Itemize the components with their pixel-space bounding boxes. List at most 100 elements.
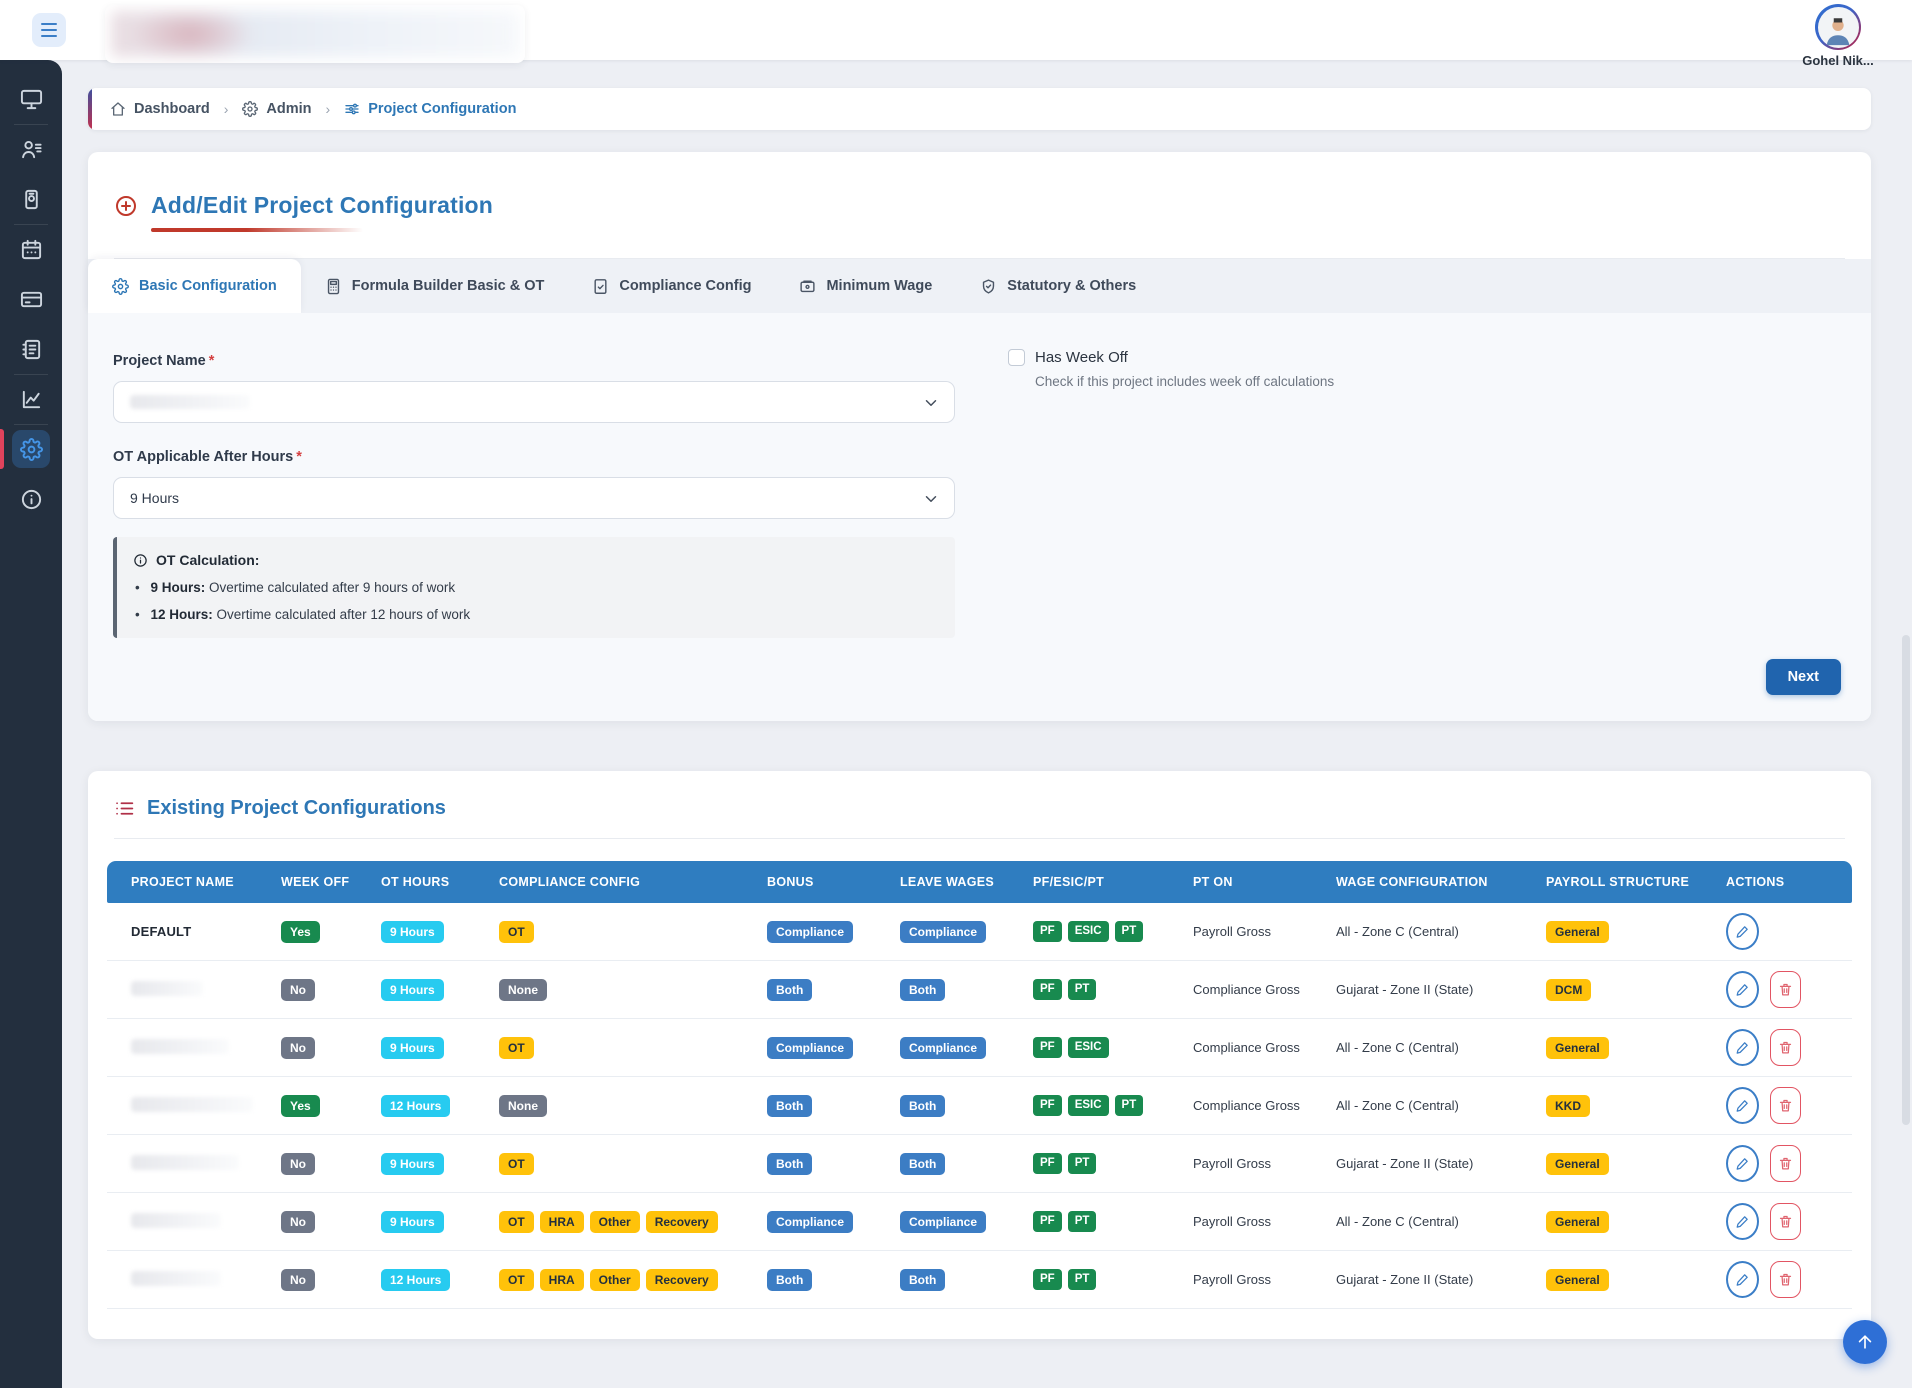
ot-hours-value: 9 Hours [130,490,179,506]
report-icon [20,338,43,361]
badge-yes: Yes [281,921,320,943]
basic-configuration-panel: Project Name* OT Applicable After Hours*… [88,313,1871,721]
sidebar-item-monitor[interactable] [0,74,62,124]
delete-button[interactable] [1770,1029,1801,1066]
ot-info-line: 9 Hours: Overtime calculated after 9 hou… [133,580,937,595]
badge-both: Both [900,1095,945,1117]
badge-other: Other [590,1211,640,1233]
badge-none: None [499,979,547,1001]
column-header-project-name: PROJECT NAME [107,861,257,903]
edit-button[interactable] [1726,1145,1759,1182]
ot-hours-select[interactable]: 9 Hours [113,477,955,519]
avatar [1815,4,1861,50]
edit-button[interactable] [1726,971,1759,1008]
cell-wage-configuration: All - Zone C (Central) [1312,1077,1522,1135]
sidebar-item-info[interactable] [0,474,62,524]
badge-other: Other [590,1269,640,1291]
tab-formula-builder-basic-ot[interactable]: Formula Builder Basic & OT [301,259,569,313]
users-icon [20,138,43,161]
sidebar-item-users[interactable] [0,124,62,174]
hamburger-menu-button[interactable] [32,13,66,47]
active-item-highlight [12,430,50,468]
info-icon [20,488,43,511]
delete-button[interactable] [1770,971,1801,1008]
badge-compliance: Compliance [900,1037,986,1059]
cell-wage-configuration: All - Zone C (Central) [1312,1193,1522,1251]
badge-pt: PT [1115,921,1144,943]
column-header-pf-esic-pt: PF/ESIC/PT [1009,861,1169,903]
sidebar-item-report[interactable] [0,324,62,374]
column-header-bonus: BONUS [743,861,876,903]
cell-leave-wages: Both [876,1135,1009,1193]
sidebar-item-chart[interactable] [0,374,62,424]
cell-ot-hours: 9 Hours [357,961,475,1019]
badge-pf: PF [1033,1153,1062,1175]
scroll-to-top-button[interactable] [1843,1320,1887,1364]
existing-configurations-title: Existing Project Configurations [147,797,446,820]
ot-info-line: 12 Hours: Overtime calculated after 12 h… [133,607,937,622]
column-header-actions: ACTIONS [1702,861,1852,903]
badge-9-hours: 9 Hours [381,1153,444,1175]
cell-pt-on: Compliance Gross [1169,1019,1312,1077]
sidebar-item-id-card[interactable] [0,174,62,224]
user-menu[interactable]: Gohel Nik... [1790,4,1886,68]
shield-check-icon [980,278,997,295]
badge-both: Both [767,1095,812,1117]
tab-statutory-others[interactable]: Statutory & Others [956,259,1160,313]
delete-button[interactable] [1770,1087,1801,1124]
project-name-select[interactable] [113,381,955,423]
cell-project-name: DEFAULT [107,903,257,961]
cell-compliance-config: OT [475,903,743,961]
delete-button[interactable] [1770,1261,1801,1298]
cell-compliance-config: None [475,961,743,1019]
tab-minimum-wage[interactable]: Minimum Wage [775,259,956,313]
cell-bonus: Both [743,1251,876,1309]
badge-pt: PT [1068,1269,1097,1291]
week-off-help-text: Check if this project includes week off … [1035,374,1334,389]
badge-no: No [281,1153,315,1175]
badge-general: General [1546,1211,1609,1233]
page-scrollbar-thumb[interactable] [1902,635,1910,1125]
list-icon [114,798,135,819]
tab-basic-configuration[interactable]: Basic Configuration [88,259,301,313]
delete-button[interactable] [1770,1203,1801,1240]
edit-button[interactable] [1726,1087,1759,1124]
edit-button[interactable] [1726,913,1759,950]
badge-9-hours: 9 Hours [381,1037,444,1059]
cell-leave-wages: Compliance [876,1193,1009,1251]
cell-pf-esic-pt: PFPT [1009,1193,1169,1251]
chevron-down-icon [922,490,940,508]
project-name-label: Project Name* [113,353,1845,369]
delete-button[interactable] [1770,1145,1801,1182]
sidebar-item-gear[interactable] [0,424,62,474]
sidebar-item-credit-card[interactable] [0,274,62,324]
cell-wage-configuration: Gujarat - Zone II (State) [1312,1251,1522,1309]
sidebar-item-calendar[interactable] [0,224,62,274]
cell-payroll-structure: General [1522,1193,1702,1251]
badge-recovery: Recovery [646,1211,718,1233]
project-name-redacted [131,1155,239,1170]
edit-button[interactable] [1726,1203,1759,1240]
cell-compliance-config: OTHRAOtherRecovery [475,1251,743,1309]
project-name: DEFAULT [131,924,191,939]
edit-button[interactable] [1726,1261,1759,1298]
ot-hours-label: OT Applicable After Hours* [113,449,1845,465]
badge-hra: HRA [540,1269,584,1291]
cell-bonus: Both [743,961,876,1019]
tab-compliance-config[interactable]: Compliance Config [568,259,775,313]
cell-payroll-structure: KKD [1522,1077,1702,1135]
table-row: No9 HoursOTComplianceCompliancePFESICCom… [107,1019,1852,1077]
tab-label: Compliance Config [619,278,751,294]
cell-bonus: Compliance [743,1193,876,1251]
breadcrumb-item-admin[interactable]: Admin [242,101,311,117]
cell-payroll-structure: General [1522,1019,1702,1077]
week-off-checkbox-row[interactable]: Has Week Off [1008,349,1334,366]
edit-button[interactable] [1726,1029,1759,1066]
cell-pf-esic-pt: PFESICPT [1009,903,1169,961]
week-off-label: Has Week Off [1035,349,1128,366]
week-off-checkbox[interactable] [1008,349,1025,366]
cell-bonus: Compliance [743,903,876,961]
next-button[interactable]: Next [1766,659,1841,695]
breadcrumb-item-dashboard[interactable]: Dashboard [110,101,210,117]
cell-project-name [107,1019,257,1077]
